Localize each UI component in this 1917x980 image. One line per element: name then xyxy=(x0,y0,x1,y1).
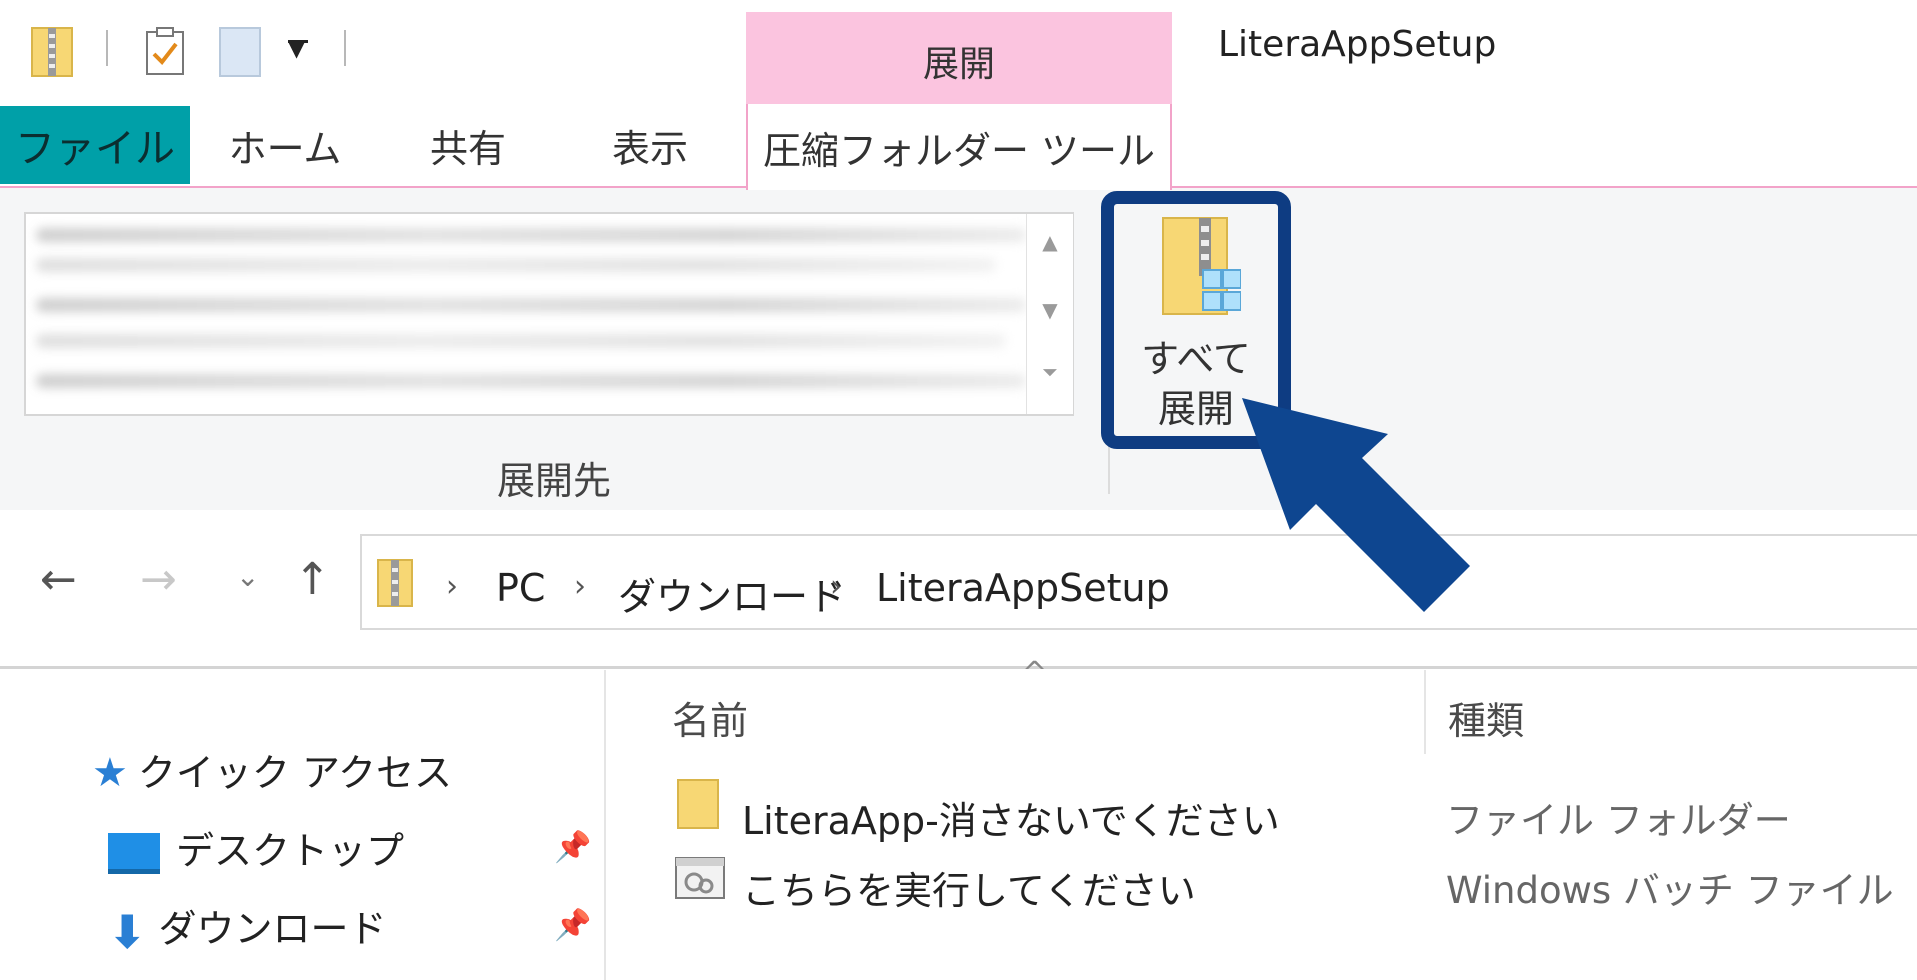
up-arrow-icon[interactable]: ↑ xyxy=(294,554,331,605)
sort-ascending-icon: ^ xyxy=(1022,656,1048,691)
breadcrumb-pc[interactable]: PC xyxy=(496,566,545,610)
nav-item-downloads[interactable]: ⬇ ダウンロード xyxy=(108,898,387,959)
quick-access-separator xyxy=(106,30,108,66)
download-arrow-icon: ⬇ xyxy=(108,904,147,959)
breadcrumb-downloads[interactable]: ダウンロード xyxy=(618,566,846,621)
column-header-name[interactable]: 名前 xyxy=(672,690,748,745)
zip-folder-icon xyxy=(377,559,413,607)
breadcrumb-current-folder[interactable]: LiteraAppSetup xyxy=(876,566,1170,610)
column-divider[interactable] xyxy=(1424,670,1426,754)
tab-compressed-folder-tools[interactable]: 圧縮フォルダー ツール xyxy=(746,104,1172,190)
tab-home[interactable]: ホーム xyxy=(210,104,360,186)
ribbon-tabs: ファイル ホーム 共有 表示 圧縮フォルダー ツール xyxy=(0,104,1917,190)
file-type: Windows バッチ ファイル xyxy=(1446,869,1894,912)
scroll-down-icon[interactable]: ▼ xyxy=(1027,298,1073,322)
navigation-pane: ★ クイック アクセス デスクトップ 📌 ⬇ ダウンロード 📌 xyxy=(0,670,606,980)
file-type: ファイル フォルダー xyxy=(1446,799,1791,842)
batch-file-icon xyxy=(675,857,725,899)
blurred-destination xyxy=(36,374,1026,388)
context-tab-header: 展開 xyxy=(746,12,1172,104)
blurred-destination xyxy=(36,334,1006,348)
extract-destination-list[interactable] xyxy=(24,212,1074,416)
window-title: LiteraAppSetup xyxy=(1218,24,1497,65)
pin-icon[interactable]: 📌 xyxy=(554,908,591,943)
breadcrumb-chevron-icon[interactable]: › xyxy=(446,569,458,604)
recent-locations-icon[interactable]: ⌄ xyxy=(236,560,259,593)
desktop-icon xyxy=(108,833,160,874)
blurred-destination xyxy=(36,258,996,272)
pointer-arrow-icon xyxy=(1242,398,1470,612)
blurred-destination xyxy=(36,298,1026,312)
address-bar[interactable]: › PC › ダウンロード › LiteraAppSetup xyxy=(360,534,1917,630)
zip-folder-icon[interactable] xyxy=(30,24,78,78)
tab-file[interactable]: ファイル xyxy=(0,106,190,184)
quick-access-separator xyxy=(344,30,346,66)
file-name[interactable]: LiteraApp-消さないでください xyxy=(742,790,1280,845)
extract-all-icon xyxy=(1162,217,1241,315)
customize-quick-access-icon[interactable]: ▾ xyxy=(288,28,305,68)
star-icon: ★ xyxy=(92,750,128,796)
nav-item-quick-access[interactable]: ★ クイック アクセス xyxy=(92,742,452,797)
pin-icon[interactable]: 📌 xyxy=(554,830,591,865)
file-name[interactable]: こちらを実行してください xyxy=(742,860,1196,915)
properties-icon[interactable] xyxy=(144,26,188,78)
ribbon-panel: ▲ ▼ ⏷ 展開先 xyxy=(0,188,1917,510)
tab-share[interactable]: 共有 xyxy=(408,104,528,186)
scroll-up-icon[interactable]: ▲ xyxy=(1027,230,1073,254)
destination-scrollbar[interactable]: ▲ ▼ ⏷ xyxy=(1026,214,1073,414)
folder-icon xyxy=(677,779,719,829)
column-header-type[interactable]: 種類 xyxy=(1448,690,1524,745)
breadcrumb-chevron-icon[interactable]: › xyxy=(574,569,586,604)
tab-view[interactable]: 表示 xyxy=(590,104,710,186)
destination-group-label: 展開先 xyxy=(496,459,611,503)
blurred-destination xyxy=(36,228,1026,242)
title-bar: ▾ 展開 LiteraAppSetup xyxy=(0,0,1917,104)
address-bar-divider xyxy=(0,666,1917,669)
nav-item-desktop[interactable]: デスクトップ xyxy=(108,820,404,875)
scroll-more-icon[interactable]: ⏷ xyxy=(1027,360,1073,384)
nav-item-label: デスクトップ xyxy=(176,829,405,873)
back-arrow-icon[interactable]: ← xyxy=(40,554,77,605)
nav-item-label: クイック アクセス xyxy=(137,751,453,795)
customize-bar xyxy=(288,40,308,43)
nav-item-label: ダウンロード xyxy=(158,907,387,951)
new-folder-icon[interactable] xyxy=(218,24,266,80)
forward-arrow-icon[interactable]: → xyxy=(140,554,177,605)
breadcrumb-chevron-icon[interactable]: › xyxy=(830,569,842,604)
